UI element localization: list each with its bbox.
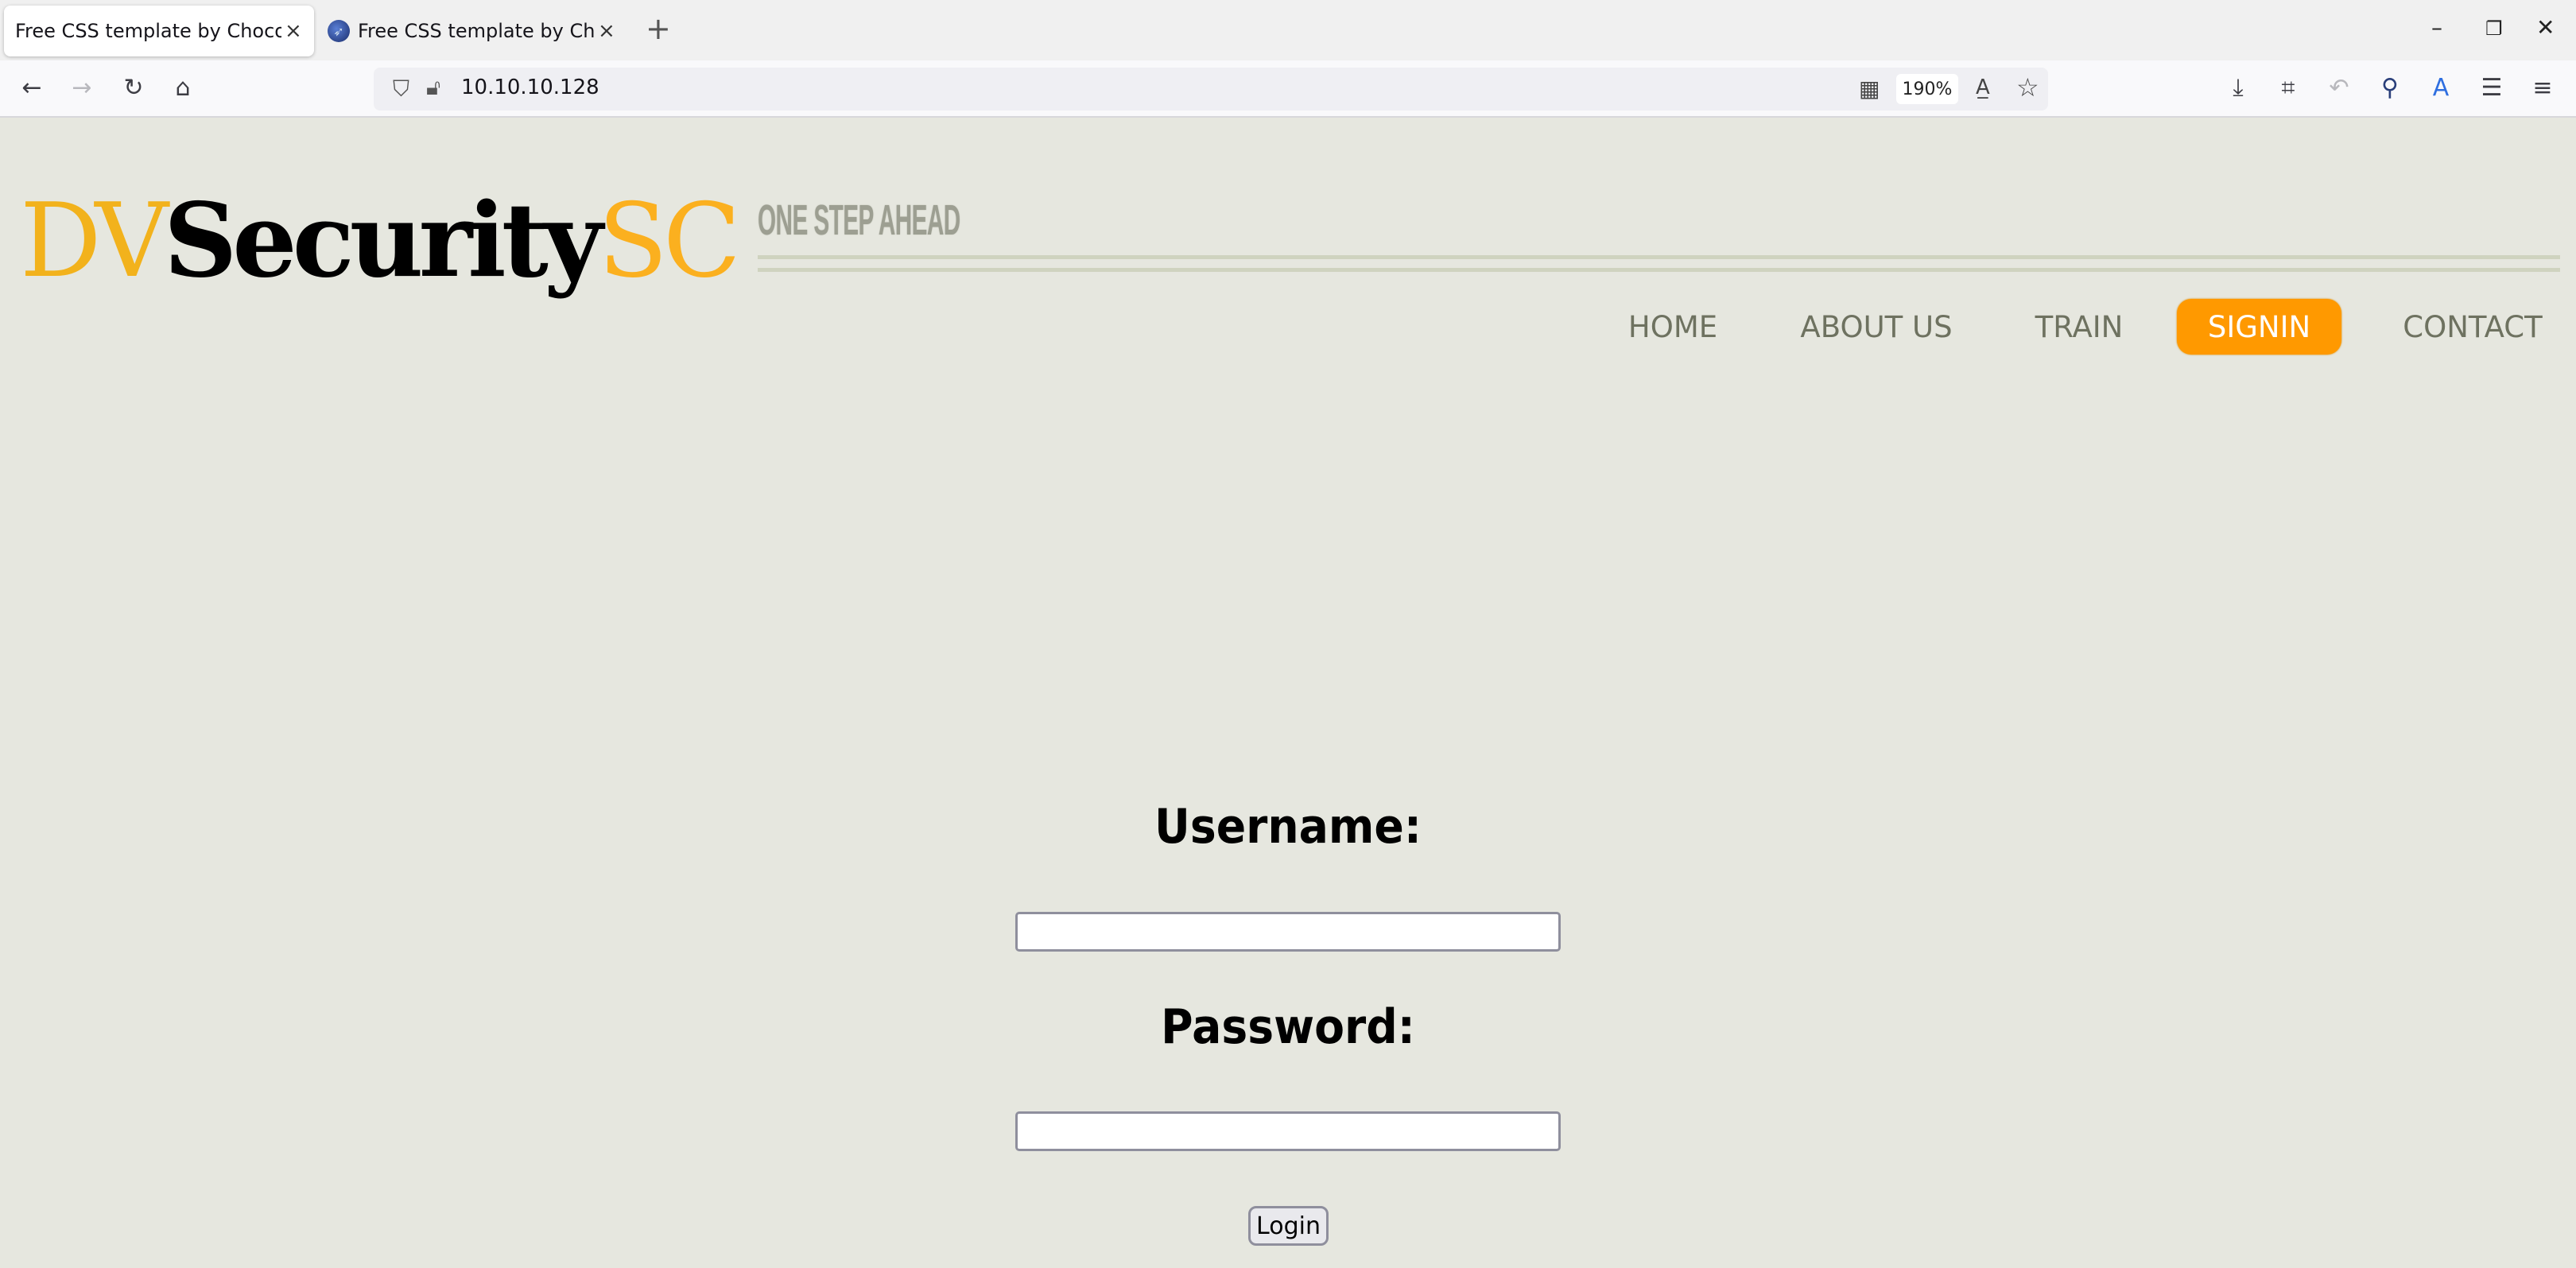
forward-icon[interactable]: → (66, 72, 98, 103)
address-bar[interactable]: ⛉ 🔓︎ 10.10.10.128 ▦ 190% A̲ ☆ (374, 68, 2048, 111)
url-text[interactable]: 10.10.10.128 (461, 76, 599, 99)
navigation-toolbar: ← → ↻ ⌂ ⛉ 🔓︎ 10.10.10.128 ▦ 190% A̲ ☆ ⤓ … (0, 60, 2576, 118)
crop-icon[interactable]: ⌗ (2272, 72, 2304, 103)
username-input[interactable] (1015, 912, 1561, 952)
nav-about-us[interactable]: ABOUT US (1781, 299, 1972, 355)
zoom-level-badge[interactable]: 190% (1896, 74, 1958, 104)
shield-icon[interactable]: ⛉ (393, 76, 409, 103)
site-logo[interactable]: DVSecuritySC (20, 181, 741, 301)
undo-icon[interactable]: ↶ (2323, 72, 2355, 103)
reload-icon[interactable]: ↻ (118, 72, 149, 103)
header-divider (758, 255, 2560, 259)
minimize-icon[interactable]: – (2431, 14, 2442, 41)
tab-bar: Free CSS template by ChocoTemp × ➶ Free … (0, 0, 2576, 60)
extension-icon[interactable]: ⚲ (2374, 72, 2406, 103)
qr-code-icon[interactable]: ▦ (1859, 76, 1880, 102)
main-nav: HOME ABOUT US TRAIN SIGNIN CONTACT (1590, 299, 2560, 355)
window-close-icon[interactable]: ✕ (2536, 14, 2555, 41)
login-button[interactable]: Login (1248, 1206, 1329, 1246)
password-input[interactable] (1015, 1111, 1561, 1151)
close-tab-icon[interactable]: × (598, 19, 615, 43)
owasp-favicon-icon: ➶ (328, 20, 350, 42)
back-icon[interactable]: ← (16, 72, 48, 103)
download-icon[interactable]: ⤓ (2222, 72, 2254, 103)
logo-part-dv: DV (20, 182, 169, 301)
translate-page-icon[interactable]: A̲ (1976, 76, 1990, 99)
site-tagline: ONE STEP AHEAD (758, 196, 960, 244)
nav-train[interactable]: TRAIN (2019, 299, 2139, 355)
home-icon[interactable]: ⌂ (167, 72, 199, 103)
nav-home[interactable]: HOME (1617, 299, 1728, 355)
username-label: Username: (1154, 799, 1422, 855)
tab-title: Free CSS template by ChocoTemp (15, 20, 281, 42)
tab-1[interactable]: Free CSS template by ChocoTemp × (4, 6, 314, 56)
restore-icon[interactable]: ❐ (2485, 17, 2503, 40)
server-icon[interactable]: ☰ (2476, 72, 2508, 103)
close-tab-icon[interactable]: × (285, 19, 302, 43)
bookmark-star-icon[interactable]: ☆ (2016, 72, 2039, 103)
new-tab-icon[interactable]: + (646, 13, 671, 45)
nav-signin[interactable]: SIGNIN (2177, 299, 2341, 355)
insecure-lock-icon[interactable]: 🔓︎ (426, 74, 440, 101)
tab-2[interactable]: ➶ Free CSS template by ChocoTe × (328, 6, 622, 56)
translate-extension-icon[interactable]: A (2425, 72, 2457, 103)
header-divider (758, 268, 2560, 272)
nav-contact[interactable]: CONTACT (2385, 299, 2560, 355)
app-menu-icon[interactable]: ≡ (2527, 72, 2559, 103)
logo-part-sc: SC (598, 182, 741, 301)
tab-title: Free CSS template by ChocoTe (358, 20, 595, 42)
logo-part-security: Security (163, 181, 603, 301)
password-label: Password: (1161, 999, 1415, 1055)
